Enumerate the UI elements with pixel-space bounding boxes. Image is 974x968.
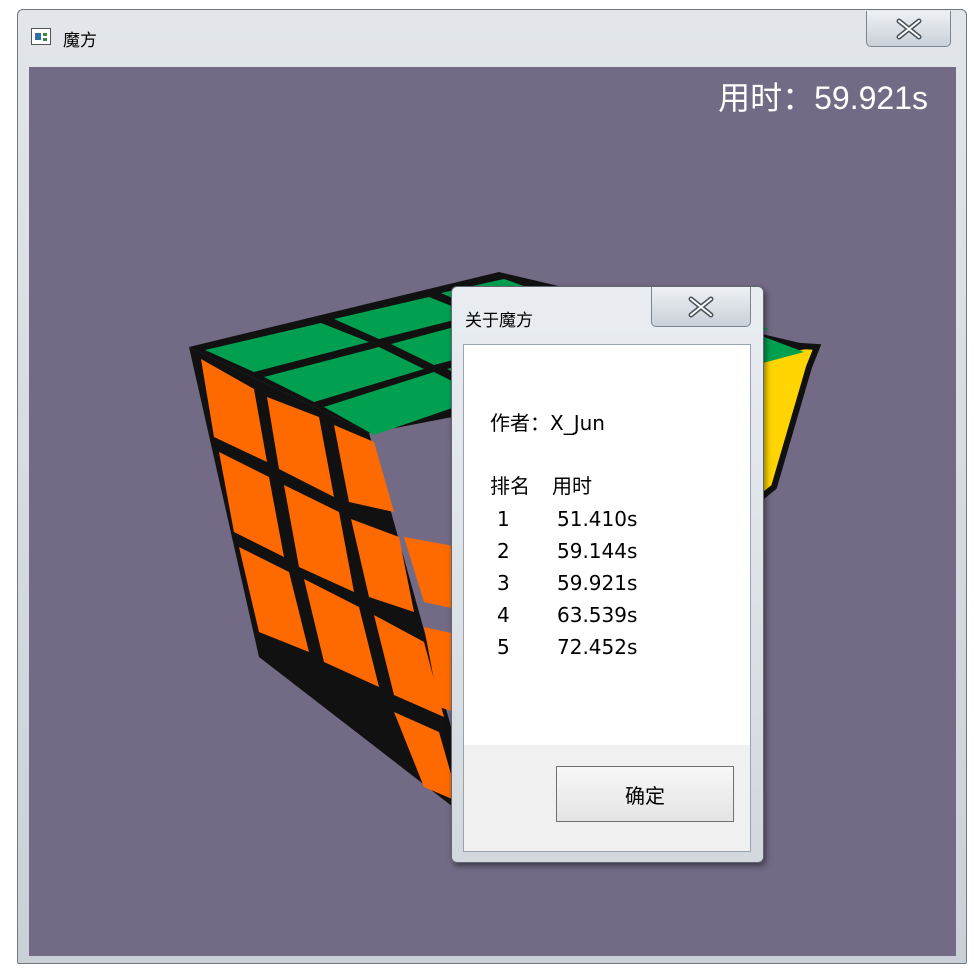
window-close-button[interactable] — [866, 11, 951, 47]
title-bar[interactable]: 魔方 — [18, 10, 966, 67]
front-stickers — [201, 359, 469, 802]
rank-column-header: 排名 — [490, 474, 530, 498]
ranking-row: 2 59.144s — [497, 535, 637, 567]
dialog-title: 关于魔方 — [465, 311, 533, 331]
dialog-close-button[interactable] — [651, 287, 751, 327]
close-x-icon — [688, 296, 714, 317]
ranking-header: 排名 用时 — [490, 470, 592, 499]
rank-number: 3 — [497, 571, 510, 595]
close-x-icon — [896, 18, 921, 39]
ok-button[interactable]: 确定 — [556, 766, 734, 822]
rank-time: 51.410s — [557, 507, 638, 531]
ranking-row: 3 59.921s — [497, 567, 637, 599]
dialog-body: 作者：X_Jun 排名 用时 1 51.410s 2 59.144s 3 59.921s… — [463, 344, 751, 852]
rank-number: 5 — [497, 635, 510, 659]
ranking-row: 4 63.539s — [497, 599, 637, 631]
about-dialog: 关于魔方 作者：X_Jun 排名 用时 1 51.410s 2 59.144s 3 59… — [451, 286, 764, 863]
rank-number: 4 — [497, 603, 510, 627]
window-title: 魔方 — [63, 31, 97, 51]
timer-value: 59.921s — [814, 80, 928, 116]
dialog-content: 作者：X_Jun 排名 用时 1 51.410s 2 59.144s 3 59.921s… — [464, 345, 750, 745]
rank-number: 1 — [497, 507, 510, 531]
elapsed-timer: 用时：59.921s — [718, 73, 928, 119]
rank-number: 2 — [497, 539, 510, 563]
ranking-list: 1 51.410s 2 59.144s 3 59.921s 4 63.539s 5 72.… — [497, 503, 637, 663]
author-text: 作者：X_Jun — [490, 411, 605, 435]
timer-label: 用时： — [718, 80, 815, 116]
time-column-header: 用时 — [552, 474, 592, 498]
rank-time: 72.452s — [557, 635, 638, 659]
rank-time: 63.539s — [557, 603, 638, 627]
ranking-row: 5 72.452s — [497, 631, 637, 663]
ranking-row: 1 51.410s — [497, 503, 637, 535]
rank-time: 59.921s — [557, 571, 638, 595]
app-window-icon — [31, 28, 51, 45]
rank-time: 59.144s — [557, 539, 638, 563]
